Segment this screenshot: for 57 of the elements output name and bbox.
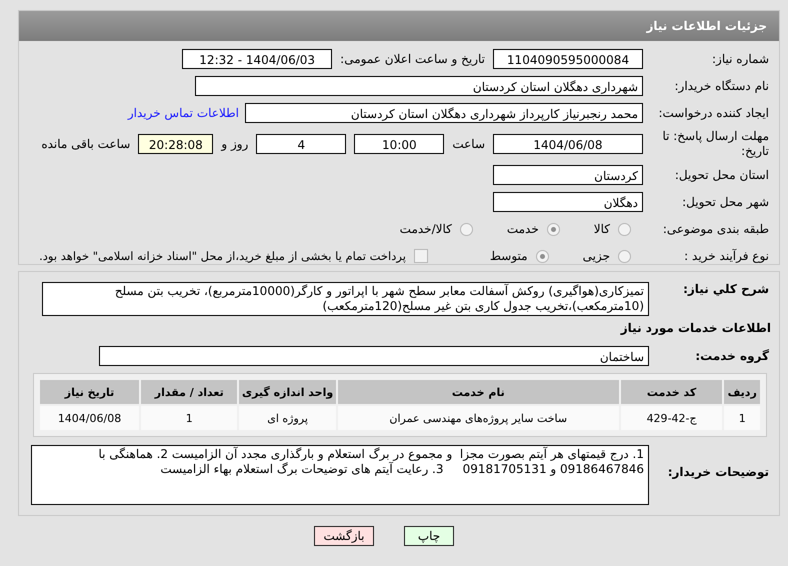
field-label: نوع فرآیند خرید :	[683, 249, 770, 263]
field-label: گروه خدمت:	[694, 349, 770, 363]
deadline-time-field: 10:00	[354, 134, 444, 154]
radio-button[interactable]	[618, 250, 631, 262]
column-header: واحد اندازه گیری	[239, 380, 336, 404]
checkbox[interactable]	[414, 249, 428, 263]
buyer-contact-link[interactable]: اطلاعات تماس خریدار	[128, 106, 239, 120]
field-label: شهر محل تحویل:	[681, 195, 770, 209]
radio-label: کالا/خدمت	[400, 222, 452, 236]
print-button[interactable]: چاپ	[404, 526, 454, 546]
radio-label: جزیی	[582, 249, 610, 263]
service-group-field: ساختمان	[99, 346, 649, 366]
back-button[interactable]: بازگشت	[314, 526, 374, 546]
remaining-time-field: 20:28:08	[138, 134, 214, 154]
section-heading: اطلاعات خدمات مورد نیاز	[619, 321, 772, 335]
table-cell: 1	[724, 406, 760, 430]
buyer-field: شهرداری دهگلان استان کردستان	[195, 76, 643, 96]
radio-label: خدمت	[506, 222, 539, 236]
days-field: 4	[256, 134, 346, 154]
need-number-field: 1104090595000084	[493, 49, 643, 69]
field-label: ایجاد کننده درخواست:	[657, 106, 770, 120]
table-cell: 1404/06/08	[40, 406, 140, 430]
requester-field: محمد رنجبرنیاز کارپرداز شهرداری دهگلان استان کردستان	[245, 103, 643, 123]
column-header: نام خدمت	[338, 380, 619, 404]
radio-label: کالا	[594, 222, 610, 236]
time-label: ساعت	[452, 137, 485, 151]
column-header: کد خدمت	[620, 380, 722, 404]
deadline-date-field: 1404/06/08	[493, 134, 643, 154]
field-label: شماره نیاز:	[711, 52, 770, 66]
description-textarea: تمیزکاری(هواگیری) روکش آسفالت معابر سطح شهر با اپراتور و کارگر(10000مترمربع)، تخریب بتن مسلح (10مترمکعب)،تخریب جدول کاری بتن غیر مسلح(120مترمکعب)	[42, 282, 649, 316]
column-header: ردیف	[724, 380, 760, 404]
days-label: روز و	[221, 137, 248, 151]
announce-date-field: 1404/06/03 - 12:32	[182, 49, 332, 69]
field-label: استان محل تحویل:	[674, 168, 770, 182]
field-label: طبقه بندی موضوعی:	[662, 222, 770, 236]
radio-label: متوسط	[490, 249, 528, 263]
city-field: دهگلان	[493, 192, 643, 212]
field-label: شرح کلي نياز:	[682, 282, 770, 296]
page-title: جزئیات اطلاعات نیاز	[646, 19, 767, 33]
table-cell: ساخت سایر پروژه‌های مهندسی عمران	[338, 406, 619, 430]
radio-button[interactable]	[536, 250, 549, 262]
remaining-label: ساعت باقی مانده	[41, 137, 130, 151]
checkbox-label: پرداخت تمام یا بخشی از مبلغ خرید،از محل "اسناد خزانه اسلامی" خواهد بود.	[39, 249, 406, 263]
field-label: نام دستگاه خریدار:	[674, 79, 770, 93]
table-cell: ج-42-429	[620, 406, 722, 430]
field-label: تاریخ و ساعت اعلان عمومی:	[340, 52, 485, 66]
radio-button[interactable]	[460, 222, 473, 236]
table-cell: پروژه ای	[239, 406, 336, 430]
field-label: توضیحات خریدار:	[666, 465, 770, 479]
radio-button[interactable]	[618, 222, 631, 236]
field-label: مهلت ارسال پاسخ: تا تاریخ:	[661, 129, 770, 159]
column-header: تاریخ نیاز	[40, 380, 140, 404]
table-cell: 1	[141, 406, 238, 430]
buyer-notes-textarea: 1. درج قیمتهای هر آیتم بصورت مجزا و مجموع در برگ استعلام و بارگذاری مجدد آن الزامیست 2. هماهنگی با 09186467846 و 09181705131 3. رعایت آیتم های توضیحات برگ استعلام بهاء الزامیست	[31, 445, 649, 505]
column-header: تعداد / مقدار	[141, 380, 238, 404]
radio-button[interactable]	[546, 222, 560, 236]
province-field: کردستان	[493, 165, 643, 185]
